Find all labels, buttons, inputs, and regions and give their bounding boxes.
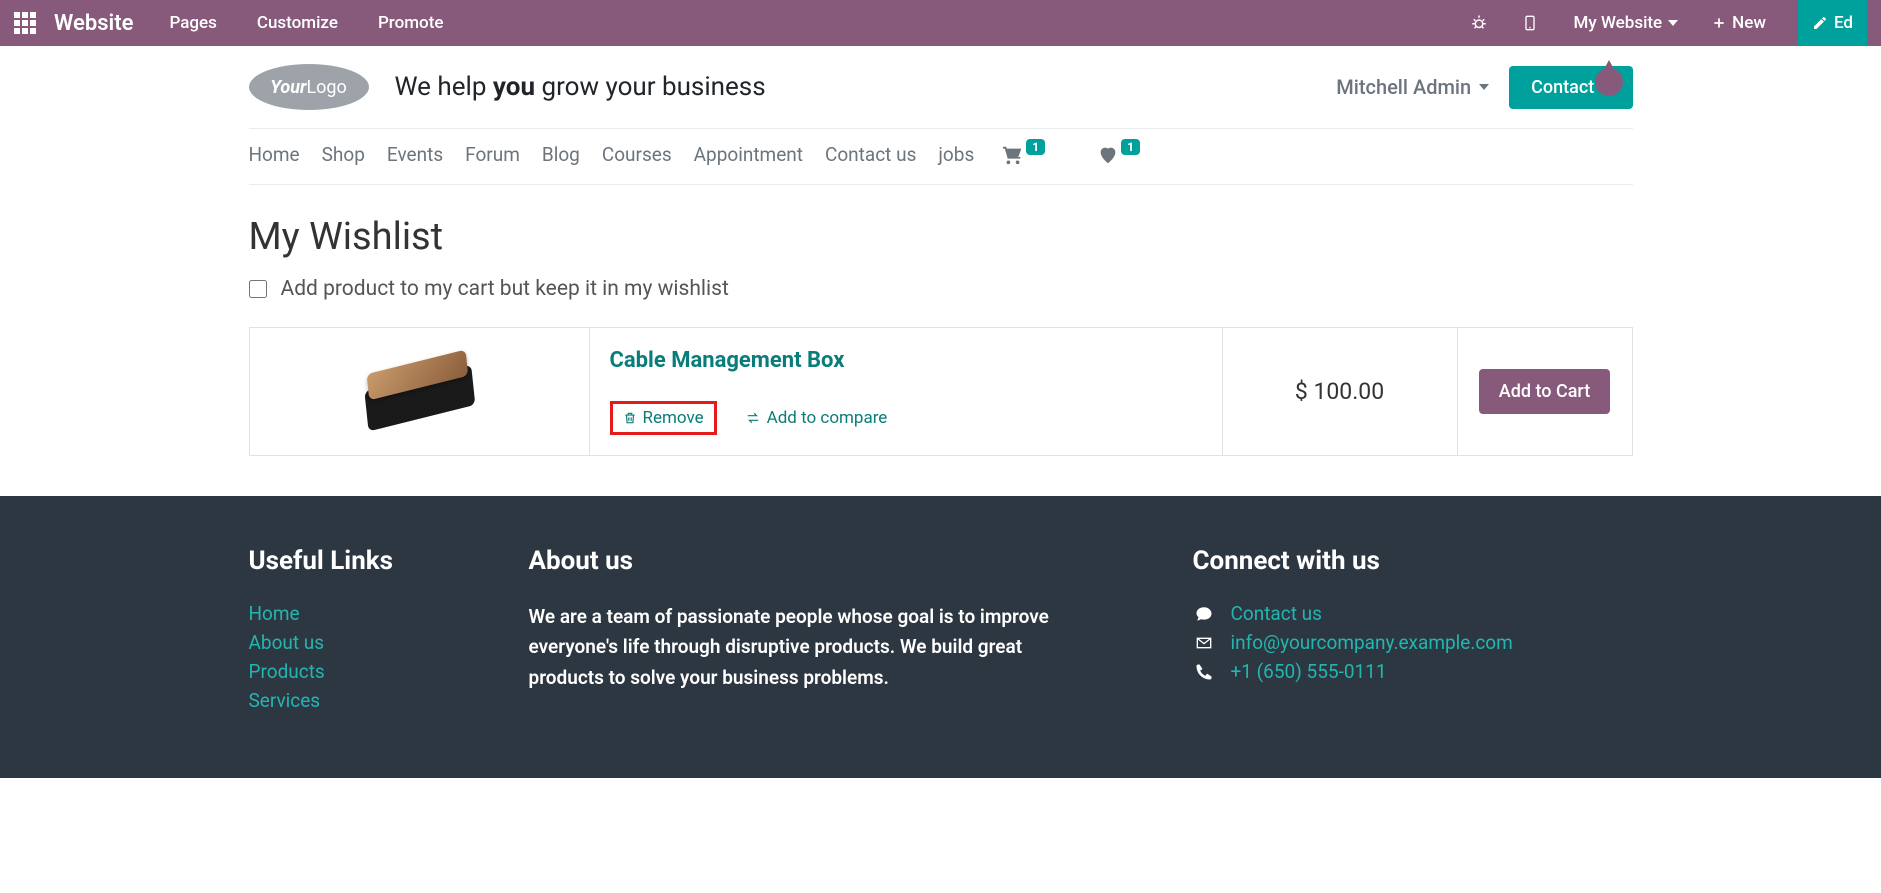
tagline: We help you grow your business [395, 72, 766, 102]
logo-main: Your [270, 77, 306, 98]
nav-contact-us[interactable]: Contact us [825, 143, 916, 166]
connect-email-link[interactable]: info@yourcompany.example.com [1231, 631, 1513, 654]
site-header: YourLogo We help you grow your business … [249, 46, 1633, 129]
about-text: We are a team of passionate people whose… [529, 602, 1089, 693]
site-nav: Home Shop Events Forum Blog Courses Appo… [249, 129, 1633, 185]
footer-link-services[interactable]: Services [249, 689, 489, 712]
exchange-icon [745, 411, 761, 425]
wishlist-badge: 1 [1121, 139, 1140, 155]
bug-icon[interactable] [1470, 14, 1488, 32]
footer-useful-links: Useful Links Home About us Products Serv… [249, 546, 489, 718]
my-website-dropdown[interactable]: My Website [1574, 13, 1679, 33]
product-info-cell: Cable Management Box Remove Add to compa… [589, 328, 1222, 456]
user-dropdown[interactable]: Mitchell Admin [1336, 75, 1489, 99]
new-button[interactable]: New [1712, 13, 1766, 33]
trash-icon [623, 410, 637, 426]
phone-icon [1193, 663, 1215, 681]
product-image[interactable] [364, 352, 474, 428]
edit-label: Ed [1834, 13, 1853, 33]
remove-label: Remove [643, 408, 704, 428]
heart-icon [1097, 144, 1119, 166]
wishlist-table: Cable Management Box Remove Add to compa… [249, 327, 1633, 456]
nav-home[interactable]: Home [249, 143, 300, 166]
footer-link-about[interactable]: About us [249, 631, 489, 654]
caret-down-icon [1668, 20, 1678, 26]
user-name: Mitchell Admin [1336, 75, 1471, 99]
menu-pages[interactable]: Pages [169, 13, 216, 33]
admin-bar: Website Pages Customize Promote My Websi… [0, 0, 1881, 46]
cart-link[interactable]: 1 [1002, 144, 1045, 166]
new-label: New [1732, 13, 1766, 33]
logo-sub: Logo [306, 77, 346, 98]
nav-courses[interactable]: Courses [602, 143, 672, 166]
apps-icon[interactable] [14, 12, 36, 34]
cart-icon [1002, 144, 1024, 166]
keep-in-wishlist-checkbox[interactable] [249, 280, 267, 298]
cart-badge: 1 [1026, 139, 1045, 155]
main-content: My Wishlist Add product to my cart but k… [249, 185, 1633, 496]
envelope-icon [1193, 635, 1215, 651]
speech-icon [1193, 605, 1215, 623]
my-website-label: My Website [1574, 13, 1663, 33]
product-name-link[interactable]: Cable Management Box [610, 348, 1202, 373]
add-to-cart-button[interactable]: Add to Cart [1479, 369, 1610, 414]
page-title: My Wishlist [249, 215, 1633, 259]
keep-in-wishlist-label: Add product to my cart but keep it in my… [281, 277, 729, 301]
remove-button[interactable]: Remove [610, 401, 717, 435]
site-logo[interactable]: YourLogo [249, 64, 369, 110]
nav-forum[interactable]: Forum [465, 143, 520, 166]
nav-jobs[interactable]: jobs [938, 143, 974, 166]
add-to-compare-link[interactable]: Add to compare [745, 408, 888, 428]
product-price: $ 100.00 [1222, 328, 1457, 456]
mobile-icon[interactable] [1522, 13, 1538, 33]
product-image-cell [249, 328, 589, 456]
menu-promote[interactable]: Promote [378, 13, 444, 33]
contact-us-button[interactable]: Contact U [1509, 66, 1632, 109]
nav-appointment[interactable]: Appointment [694, 143, 803, 166]
about-title: About us [529, 546, 1089, 576]
nav-events[interactable]: Events [387, 143, 443, 166]
nav-shop[interactable]: Shop [322, 143, 365, 166]
table-row: Cable Management Box Remove Add to compa… [249, 328, 1632, 456]
compare-label: Add to compare [767, 408, 888, 428]
edit-button[interactable]: Ed [1798, 0, 1867, 46]
footer-connect: Connect with us Contact us info@yourcomp… [1193, 546, 1633, 718]
footer-about: About us We are a team of passionate peo… [529, 546, 1089, 718]
app-brand[interactable]: Website [54, 11, 133, 36]
footer: Useful Links Home About us Products Serv… [0, 496, 1881, 778]
wishlist-link[interactable]: 1 [1097, 144, 1140, 166]
caret-down-icon [1479, 84, 1489, 90]
footer-link-products[interactable]: Products [249, 660, 489, 683]
connect-contact-link[interactable]: Contact us [1231, 602, 1322, 625]
useful-links-title: Useful Links [249, 546, 489, 576]
cart-cell: Add to Cart [1457, 328, 1632, 456]
nav-blog[interactable]: Blog [542, 143, 580, 166]
keep-row: Add product to my cart but keep it in my… [249, 277, 1633, 301]
connect-phone-link[interactable]: +1 (650) 555-0111 [1231, 660, 1387, 683]
footer-link-home[interactable]: Home [249, 602, 489, 625]
connect-title: Connect with us [1193, 546, 1633, 576]
menu-customize[interactable]: Customize [257, 13, 338, 33]
